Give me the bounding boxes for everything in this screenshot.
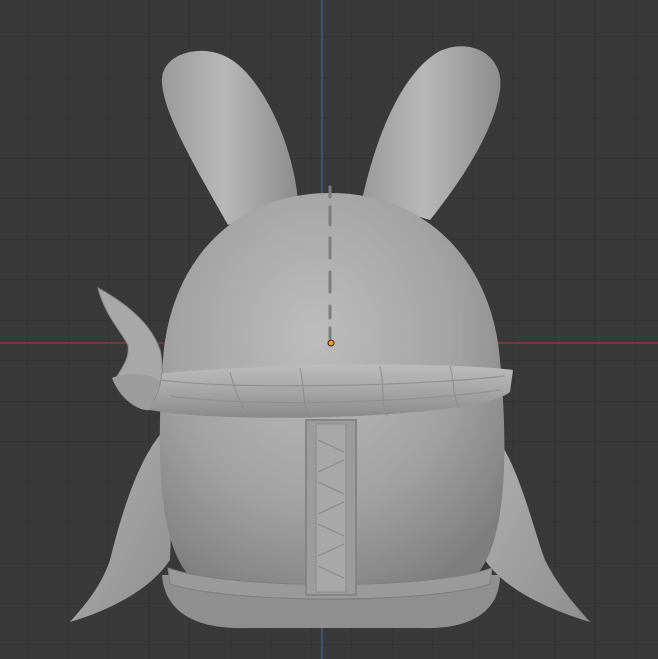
3d-viewport[interactable]	[0, 0, 658, 659]
origin-marker[interactable]	[327, 339, 335, 347]
